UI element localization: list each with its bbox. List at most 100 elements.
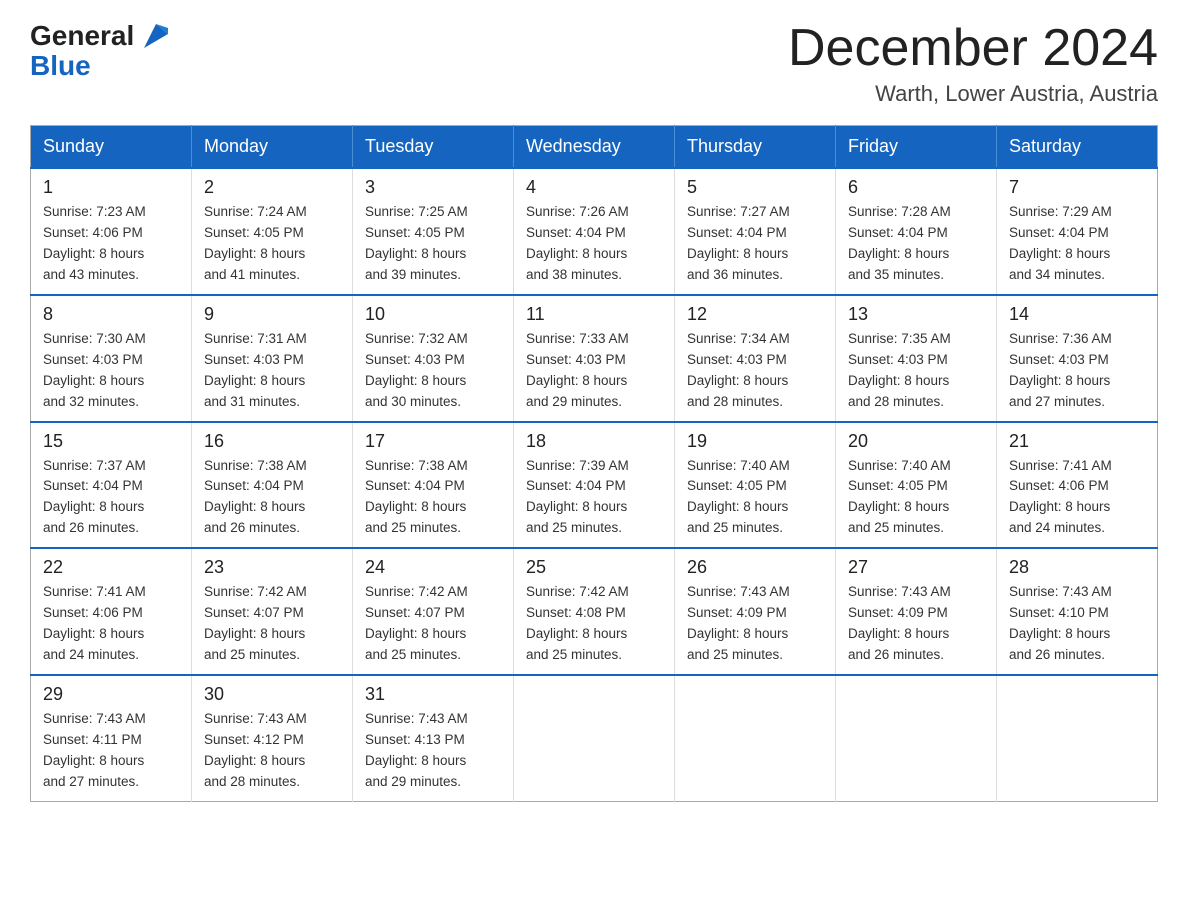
calendar-table: SundayMondayTuesdayWednesdayThursdayFrid…	[30, 125, 1158, 801]
day-number: 25	[526, 557, 662, 578]
calendar-cell: 12 Sunrise: 7:34 AM Sunset: 4:03 PM Dayl…	[675, 295, 836, 422]
logo: General Blue	[30, 20, 168, 80]
calendar-week-5: 29 Sunrise: 7:43 AM Sunset: 4:11 PM Dayl…	[31, 675, 1158, 801]
header-thursday: Thursday	[675, 126, 836, 169]
day-number: 27	[848, 557, 984, 578]
header-sunday: Sunday	[31, 126, 192, 169]
day-info: Sunrise: 7:43 AM Sunset: 4:11 PM Dayligh…	[43, 709, 179, 793]
day-number: 11	[526, 304, 662, 325]
day-number: 9	[204, 304, 340, 325]
calendar-cell: 14 Sunrise: 7:36 AM Sunset: 4:03 PM Dayl…	[997, 295, 1158, 422]
day-number: 14	[1009, 304, 1145, 325]
day-number: 3	[365, 177, 501, 198]
day-number: 17	[365, 431, 501, 452]
day-number: 8	[43, 304, 179, 325]
calendar-week-1: 1 Sunrise: 7:23 AM Sunset: 4:06 PM Dayli…	[31, 168, 1158, 295]
calendar-cell: 28 Sunrise: 7:43 AM Sunset: 4:10 PM Dayl…	[997, 548, 1158, 675]
calendar-header-row: SundayMondayTuesdayWednesdayThursdayFrid…	[31, 126, 1158, 169]
page-header: General Blue December 2024 Warth, Lower …	[30, 20, 1158, 107]
calendar-body: 1 Sunrise: 7:23 AM Sunset: 4:06 PM Dayli…	[31, 168, 1158, 801]
day-number: 13	[848, 304, 984, 325]
calendar-week-4: 22 Sunrise: 7:41 AM Sunset: 4:06 PM Dayl…	[31, 548, 1158, 675]
calendar-cell: 24 Sunrise: 7:42 AM Sunset: 4:07 PM Dayl…	[353, 548, 514, 675]
day-info: Sunrise: 7:28 AM Sunset: 4:04 PM Dayligh…	[848, 202, 984, 286]
calendar-cell: 31 Sunrise: 7:43 AM Sunset: 4:13 PM Dayl…	[353, 675, 514, 801]
day-number: 7	[1009, 177, 1145, 198]
day-info: Sunrise: 7:41 AM Sunset: 4:06 PM Dayligh…	[1009, 456, 1145, 540]
calendar-header: SundayMondayTuesdayWednesdayThursdayFrid…	[31, 126, 1158, 169]
day-number: 31	[365, 684, 501, 705]
logo-general-text: General	[30, 22, 134, 50]
page-title: December 2024	[788, 20, 1158, 77]
day-number: 20	[848, 431, 984, 452]
day-info: Sunrise: 7:36 AM Sunset: 4:03 PM Dayligh…	[1009, 329, 1145, 413]
day-info: Sunrise: 7:33 AM Sunset: 4:03 PM Dayligh…	[526, 329, 662, 413]
day-number: 28	[1009, 557, 1145, 578]
day-info: Sunrise: 7:23 AM Sunset: 4:06 PM Dayligh…	[43, 202, 179, 286]
day-info: Sunrise: 7:24 AM Sunset: 4:05 PM Dayligh…	[204, 202, 340, 286]
day-number: 15	[43, 431, 179, 452]
calendar-cell: 8 Sunrise: 7:30 AM Sunset: 4:03 PM Dayli…	[31, 295, 192, 422]
day-number: 5	[687, 177, 823, 198]
calendar-cell: 9 Sunrise: 7:31 AM Sunset: 4:03 PM Dayli…	[192, 295, 353, 422]
calendar-week-2: 8 Sunrise: 7:30 AM Sunset: 4:03 PM Dayli…	[31, 295, 1158, 422]
header-saturday: Saturday	[997, 126, 1158, 169]
calendar-cell: 22 Sunrise: 7:41 AM Sunset: 4:06 PM Dayl…	[31, 548, 192, 675]
day-number: 10	[365, 304, 501, 325]
calendar-cell	[675, 675, 836, 801]
day-number: 16	[204, 431, 340, 452]
day-info: Sunrise: 7:42 AM Sunset: 4:07 PM Dayligh…	[365, 582, 501, 666]
calendar-cell: 11 Sunrise: 7:33 AM Sunset: 4:03 PM Dayl…	[514, 295, 675, 422]
header-tuesday: Tuesday	[353, 126, 514, 169]
calendar-cell: 3 Sunrise: 7:25 AM Sunset: 4:05 PM Dayli…	[353, 168, 514, 295]
day-info: Sunrise: 7:39 AM Sunset: 4:04 PM Dayligh…	[526, 456, 662, 540]
day-info: Sunrise: 7:32 AM Sunset: 4:03 PM Dayligh…	[365, 329, 501, 413]
calendar-cell: 17 Sunrise: 7:38 AM Sunset: 4:04 PM Dayl…	[353, 422, 514, 549]
day-info: Sunrise: 7:42 AM Sunset: 4:07 PM Dayligh…	[204, 582, 340, 666]
calendar-cell: 15 Sunrise: 7:37 AM Sunset: 4:04 PM Dayl…	[31, 422, 192, 549]
day-number: 29	[43, 684, 179, 705]
calendar-cell: 2 Sunrise: 7:24 AM Sunset: 4:05 PM Dayli…	[192, 168, 353, 295]
calendar-cell: 16 Sunrise: 7:38 AM Sunset: 4:04 PM Dayl…	[192, 422, 353, 549]
calendar-cell: 30 Sunrise: 7:43 AM Sunset: 4:12 PM Dayl…	[192, 675, 353, 801]
day-info: Sunrise: 7:26 AM Sunset: 4:04 PM Dayligh…	[526, 202, 662, 286]
day-info: Sunrise: 7:42 AM Sunset: 4:08 PM Dayligh…	[526, 582, 662, 666]
calendar-cell: 5 Sunrise: 7:27 AM Sunset: 4:04 PM Dayli…	[675, 168, 836, 295]
day-number: 19	[687, 431, 823, 452]
page-subtitle: Warth, Lower Austria, Austria	[788, 81, 1158, 107]
calendar-cell: 18 Sunrise: 7:39 AM Sunset: 4:04 PM Dayl…	[514, 422, 675, 549]
header-friday: Friday	[836, 126, 997, 169]
calendar-cell: 29 Sunrise: 7:43 AM Sunset: 4:11 PM Dayl…	[31, 675, 192, 801]
day-number: 4	[526, 177, 662, 198]
calendar-cell: 26 Sunrise: 7:43 AM Sunset: 4:09 PM Dayl…	[675, 548, 836, 675]
calendar-cell: 4 Sunrise: 7:26 AM Sunset: 4:04 PM Dayli…	[514, 168, 675, 295]
day-info: Sunrise: 7:43 AM Sunset: 4:10 PM Dayligh…	[1009, 582, 1145, 666]
calendar-cell	[836, 675, 997, 801]
day-number: 24	[365, 557, 501, 578]
day-number: 21	[1009, 431, 1145, 452]
day-info: Sunrise: 7:43 AM Sunset: 4:13 PM Dayligh…	[365, 709, 501, 793]
header-monday: Monday	[192, 126, 353, 169]
day-number: 12	[687, 304, 823, 325]
calendar-cell	[514, 675, 675, 801]
day-number: 18	[526, 431, 662, 452]
calendar-cell	[997, 675, 1158, 801]
calendar-cell: 20 Sunrise: 7:40 AM Sunset: 4:05 PM Dayl…	[836, 422, 997, 549]
day-info: Sunrise: 7:41 AM Sunset: 4:06 PM Dayligh…	[43, 582, 179, 666]
day-number: 23	[204, 557, 340, 578]
day-info: Sunrise: 7:40 AM Sunset: 4:05 PM Dayligh…	[848, 456, 984, 540]
calendar-cell: 1 Sunrise: 7:23 AM Sunset: 4:06 PM Dayli…	[31, 168, 192, 295]
day-number: 2	[204, 177, 340, 198]
calendar-cell: 7 Sunrise: 7:29 AM Sunset: 4:04 PM Dayli…	[997, 168, 1158, 295]
day-info: Sunrise: 7:35 AM Sunset: 4:03 PM Dayligh…	[848, 329, 984, 413]
calendar-cell: 27 Sunrise: 7:43 AM Sunset: 4:09 PM Dayl…	[836, 548, 997, 675]
day-info: Sunrise: 7:43 AM Sunset: 4:09 PM Dayligh…	[848, 582, 984, 666]
day-info: Sunrise: 7:38 AM Sunset: 4:04 PM Dayligh…	[365, 456, 501, 540]
calendar-cell: 23 Sunrise: 7:42 AM Sunset: 4:07 PM Dayl…	[192, 548, 353, 675]
calendar-cell: 6 Sunrise: 7:28 AM Sunset: 4:04 PM Dayli…	[836, 168, 997, 295]
day-info: Sunrise: 7:30 AM Sunset: 4:03 PM Dayligh…	[43, 329, 179, 413]
header-wednesday: Wednesday	[514, 126, 675, 169]
day-info: Sunrise: 7:38 AM Sunset: 4:04 PM Dayligh…	[204, 456, 340, 540]
calendar-week-3: 15 Sunrise: 7:37 AM Sunset: 4:04 PM Dayl…	[31, 422, 1158, 549]
day-info: Sunrise: 7:31 AM Sunset: 4:03 PM Dayligh…	[204, 329, 340, 413]
